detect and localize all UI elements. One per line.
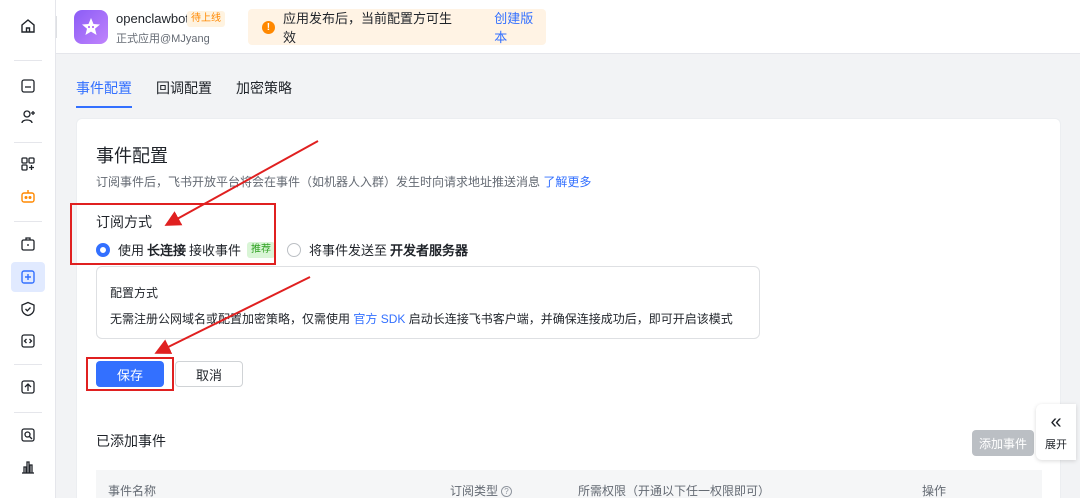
analytics-icon[interactable]: [19, 458, 37, 476]
help-icon[interactable]: ?: [501, 486, 513, 498]
expand-panel-button[interactable]: « 展开: [1036, 404, 1076, 460]
overview-icon[interactable]: [19, 77, 37, 95]
rail-divider: [14, 221, 42, 222]
header-divider: [56, 16, 57, 38]
option-prefix: 将事件发送至: [309, 243, 388, 258]
app-name: openclawbot: [116, 11, 189, 26]
left-rail: [0, 0, 56, 498]
radio-developer-server[interactable]: 将事件发送至 开发者服务器: [287, 240, 471, 259]
code-icon[interactable]: [19, 332, 37, 350]
top-header: openclawbot 待上线 正式应用@MJyang ! 应用发布后，当前配置…: [56, 0, 1080, 54]
app-logo: [74, 10, 108, 44]
rail-divider: [14, 60, 42, 61]
config-method-text: 无需注册公网域名或配置加密策略，仅需使用 官方 SDK 启动长连接飞书客户端，并…: [110, 310, 733, 327]
expand-label: 展开: [1045, 439, 1067, 451]
create-version-link[interactable]: 创建版本: [494, 8, 546, 46]
annotation-box-subscription: [70, 203, 276, 265]
publish-icon[interactable]: [19, 378, 37, 396]
description-text: 订阅事件后，飞书开放平台将会在事件（如机器人入群）发生时向请求地址推送消息: [96, 175, 541, 189]
radio-unselected-icon[interactable]: [287, 242, 301, 257]
warning-icon: !: [262, 20, 275, 34]
config-method-box: 配置方式 无需注册公网域名或配置加密策略，仅需使用 官方 SDK 启动长连接飞书…: [96, 266, 760, 339]
log-search-icon[interactable]: [19, 426, 37, 444]
events-table-header: 事件名称 订阅类型? 所需权限（开通以下任一权限即可） 操作: [96, 470, 1042, 498]
notice-text: 应用发布后，当前配置方可生效: [282, 11, 452, 45]
status-badge: 待上线: [187, 11, 225, 27]
rail-divider: [14, 412, 42, 413]
config-method-title: 配置方式: [110, 286, 159, 300]
tab-encryption-strategy[interactable]: 加密策略: [236, 78, 292, 108]
official-sdk-link[interactable]: 官方 SDK: [353, 312, 405, 326]
config-text-after: 启动长连接飞书客户端，并确保连接成功后，即可开启该模式: [408, 312, 733, 326]
column-actions: 操作: [922, 484, 947, 498]
tab-callback-config[interactable]: 回调配置: [156, 78, 212, 108]
home-icon[interactable]: [19, 17, 37, 35]
column-required-permissions: 所需权限（开通以下任一权限即可）: [578, 484, 771, 498]
add-event-button[interactable]: 添加事件: [972, 430, 1034, 456]
section-title: 事件配置: [96, 146, 168, 166]
annotation-box-save: [86, 357, 174, 391]
learn-more-link[interactable]: 了解更多: [543, 175, 591, 189]
add-member-icon[interactable]: [19, 108, 37, 126]
column-subscription-type: 订阅类型?: [450, 482, 513, 498]
app-subtitle: 正式应用@MJyang: [116, 33, 210, 45]
config-text-before: 无需注册公网域名或配置加密策略，仅需使用: [110, 312, 351, 326]
config-tabs: 事件配置 回调配置 加密策略: [76, 78, 316, 108]
double-chevron-left-icon: «: [1050, 411, 1062, 433]
rail-divider: [14, 142, 42, 143]
added-events-title: 已添加事件: [96, 433, 166, 449]
event-subscription-icon[interactable]: [11, 262, 45, 292]
section-description: 订阅事件后，飞书开放平台将会在事件（如机器人入群）发生时向请求地址推送消息 了解…: [96, 173, 591, 190]
bot-icon[interactable]: [19, 187, 37, 205]
permission-icon[interactable]: [19, 235, 37, 253]
rail-divider: [14, 364, 42, 365]
cancel-button[interactable]: 取消: [175, 361, 243, 387]
column-label: 订阅类型: [450, 484, 499, 498]
option-bold: 开发者服务器: [390, 243, 469, 258]
apps-grid-icon[interactable]: [19, 155, 37, 173]
column-event-name: 事件名称: [108, 484, 157, 498]
tab-event-config[interactable]: 事件配置: [76, 78, 132, 108]
release-notice: ! 应用发布后，当前配置方可生效 创建版本: [248, 9, 546, 45]
security-shield-icon[interactable]: [19, 300, 37, 318]
